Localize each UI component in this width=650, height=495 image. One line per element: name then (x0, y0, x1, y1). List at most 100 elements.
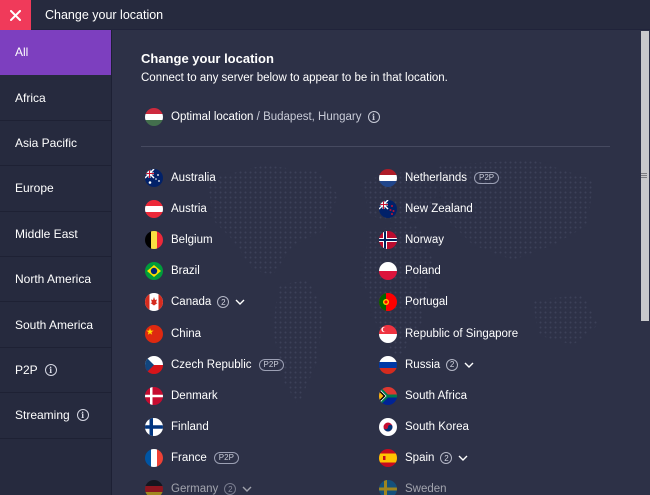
scrollbar-grip-icon (641, 173, 647, 179)
country-name: New Zealand (405, 202, 473, 215)
germany-flag-icon (145, 480, 163, 495)
country-row-denmark[interactable]: Denmark (145, 380, 284, 411)
region-sidebar: All Africa Asia Pacific Europe Middle East No… (0, 30, 112, 495)
title-bar: Change your location (0, 0, 650, 30)
country-row-belgium[interactable]: Belgium (145, 224, 284, 255)
china-flag-icon (145, 324, 163, 343)
sidebar-item-asia-pacific[interactable]: Asia Pacific (0, 121, 111, 167)
sidebar-item-north-america[interactable]: North America (0, 257, 111, 303)
canada-flag-icon (145, 293, 163, 312)
portugal-flag-icon (379, 293, 397, 312)
sweden-flag-icon (379, 480, 397, 495)
chevron-down-icon[interactable] (464, 360, 474, 370)
sidebar-item-p2p[interactable]: P2P i (0, 348, 111, 394)
country-row-sweden[interactable]: Sweden (379, 474, 518, 495)
info-icon[interactable]: i (44, 363, 57, 376)
sidebar-item-europe[interactable]: Europe (0, 166, 111, 212)
server-count-badge: 2 (446, 358, 459, 371)
country-row-brazil[interactable]: Brazil (145, 256, 284, 287)
close-button[interactable] (0, 0, 31, 30)
country-row-czech[interactable]: Czech Republic P2P (145, 349, 284, 380)
country-name: Austria (171, 202, 207, 215)
country-row-newzealand[interactable]: New Zealand (379, 193, 518, 224)
info-icon[interactable]: i (76, 409, 89, 422)
page-subheading: Connect to any server below to appear to… (141, 72, 448, 84)
optimal-location-label: Optimal location (171, 111, 254, 123)
page-heading: Change your location (141, 51, 274, 66)
country-name: Czech Republic (171, 358, 252, 371)
p2p-badge: P2P (258, 358, 284, 371)
country-row-singapore[interactable]: Republic of Singapore (379, 318, 518, 349)
chevron-down-icon[interactable] (235, 297, 245, 307)
southkorea-flag-icon (379, 418, 397, 437)
sidebar-item-label: Streaming (15, 408, 70, 423)
p2p-badge: P2P (474, 171, 500, 184)
sidebar-item-africa[interactable]: Africa (0, 75, 111, 121)
country-name: Norway (405, 233, 444, 246)
country-row-poland[interactable]: Poland (379, 256, 518, 287)
server-count-badge: 2 (224, 483, 237, 495)
country-list-left: Australia Austria Belgium Brazil Canada 2 Chin… (145, 162, 284, 495)
server-count-badge: 2 (217, 296, 230, 309)
country-row-russia[interactable]: Russia 2 (379, 349, 518, 380)
country-row-france[interactable]: France P2P (145, 443, 284, 474)
optimal-location-row[interactable]: Optimal location / Budapest, Hungary i (145, 108, 380, 126)
sidebar-item-south-america[interactable]: South America (0, 302, 111, 348)
country-row-southkorea[interactable]: South Korea (379, 412, 518, 443)
server-count-badge: 2 (440, 452, 453, 465)
southafrica-flag-icon (379, 386, 397, 405)
country-row-germany[interactable]: Germany 2 (145, 474, 284, 495)
info-icon[interactable]: i (367, 111, 380, 123)
country-name: France (171, 452, 207, 465)
country-name: Poland (405, 265, 441, 278)
country-row-finland[interactable]: Finland (145, 412, 284, 443)
hungary-flag-icon (145, 108, 163, 126)
newzealand-flag-icon (379, 199, 397, 218)
poland-flag-icon (379, 262, 397, 281)
country-name: South Africa (405, 389, 468, 402)
sidebar-item-label: Africa (15, 90, 46, 105)
sidebar-item-all[interactable]: All (0, 30, 111, 76)
russia-flag-icon (379, 355, 397, 374)
country-row-spain[interactable]: Spain 2 (379, 443, 518, 474)
chevron-down-icon[interactable] (458, 453, 468, 463)
country-name: Finland (171, 421, 209, 434)
country-name: Sweden (405, 483, 447, 495)
sidebar-item-label: Europe (15, 181, 54, 196)
norway-flag-icon (379, 230, 397, 249)
country-row-portugal[interactable]: Portugal (379, 287, 518, 318)
country-row-norway[interactable]: Norway (379, 224, 518, 255)
sidebar-item-label: Asia Pacific (15, 135, 78, 150)
sidebar-item-label: Middle East (15, 226, 78, 241)
main-panel: Change your location Connect to any serv… (113, 30, 640, 495)
country-row-china[interactable]: China (145, 318, 284, 349)
close-icon (10, 9, 21, 21)
austria-flag-icon (145, 199, 163, 218)
country-list-right: Netherlands P2P New Zealand Norway Poland Por… (379, 162, 518, 495)
country-row-australia[interactable]: Australia (145, 162, 284, 193)
sidebar-item-label: South America (15, 317, 94, 332)
country-name: Netherlands (405, 171, 468, 184)
chevron-down-icon[interactable] (242, 484, 252, 494)
country-name: Republic of Singapore (405, 327, 519, 340)
france-flag-icon (145, 449, 163, 468)
country-name: Denmark (171, 389, 218, 402)
country-row-netherlands[interactable]: Netherlands P2P (379, 162, 518, 193)
optimal-location-place: Budapest, Hungary (263, 111, 362, 123)
country-row-canada[interactable]: Canada 2 (145, 287, 284, 318)
czech-flag-icon (145, 355, 163, 374)
singapore-flag-icon (379, 324, 397, 343)
country-name: Germany (171, 483, 219, 495)
divider (141, 146, 610, 147)
sidebar-item-streaming[interactable]: Streaming i (0, 393, 111, 439)
netherlands-flag-icon (379, 168, 397, 187)
country-name: Australia (171, 171, 216, 184)
brazil-flag-icon (145, 262, 163, 281)
country-row-southafrica[interactable]: South Africa (379, 380, 518, 411)
country-row-austria[interactable]: Austria (145, 193, 284, 224)
window-title: Change your location (45, 8, 164, 22)
scrollbar[interactable] (640, 30, 650, 495)
spain-flag-icon (379, 449, 397, 468)
sidebar-item-middle-east[interactable]: Middle East (0, 212, 111, 257)
country-name: South Korea (405, 421, 469, 434)
